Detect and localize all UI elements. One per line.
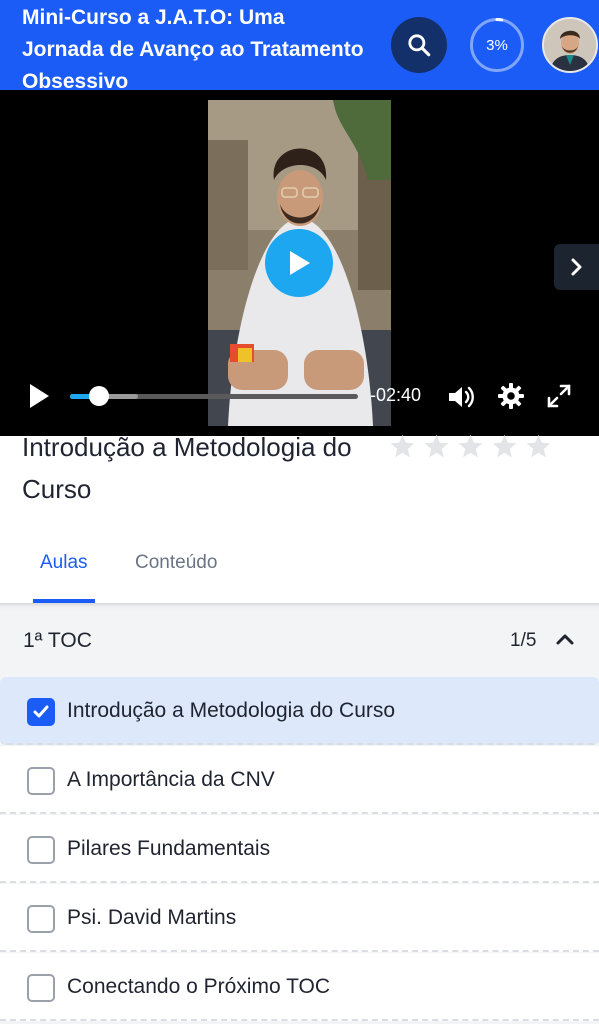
fullscreen-button[interactable] (545, 382, 573, 415)
progress-percent: 3% (486, 36, 508, 54)
play-pause-button[interactable] (26, 382, 52, 415)
volume-icon (449, 386, 474, 408)
course-progress[interactable]: 3% (469, 17, 525, 73)
star-icon[interactable] (457, 433, 484, 460)
lesson-label: Psi. David Martins (67, 906, 237, 929)
lesson-label: Conectando o Próximo TOC (67, 975, 331, 998)
seek-bar[interactable] (70, 394, 358, 399)
gear-icon (498, 383, 524, 409)
lesson-item[interactable]: Introdução a Metodologia do Curso (0, 677, 599, 745)
video-player[interactable]: -02:40 (0, 90, 599, 436)
big-play-button[interactable] (265, 229, 333, 297)
time-remaining: -02:40 (370, 385, 422, 405)
seek-handle[interactable] (88, 386, 109, 406)
lesson-label: A Importância da CNV (67, 768, 275, 791)
check-icon (33, 705, 49, 718)
lesson-item[interactable]: A Importância da CNV (0, 746, 599, 814)
player-controls: -02:40 (0, 370, 599, 420)
search-button[interactable] (391, 17, 447, 73)
tab-conteudo[interactable]: Conteúdo (135, 552, 217, 574)
settings-button[interactable] (497, 382, 525, 415)
volume-button[interactable] (446, 383, 476, 416)
lesson-item[interactable]: Conectando o Próximo TOC (0, 953, 599, 1021)
search-icon (408, 34, 431, 57)
play-icon (290, 251, 310, 275)
rating-stars (389, 433, 552, 460)
lesson-title: Introdução a Metodologia do Curso (22, 432, 352, 504)
user-photo (544, 19, 596, 71)
module-name: 1ª TOC (23, 629, 92, 652)
star-icon[interactable] (423, 433, 450, 460)
course-title: Mini-Curso a J.A.T.O: Uma Jornada de Ava… (22, 6, 364, 93)
lesson-checkbox[interactable] (27, 974, 55, 1002)
next-lesson-button[interactable] (554, 244, 599, 290)
lesson-label: Introdução a Metodologia do Curso (67, 699, 396, 722)
chevron-up-icon (556, 634, 574, 645)
avatar[interactable] (542, 17, 598, 73)
lesson-checkbox[interactable] (27, 767, 55, 795)
top-header: Mini-Curso a J.A.T.O: Uma Jornada de Ava… (0, 0, 599, 93)
lesson-tabs: Aulas Conteúdo (0, 530, 599, 603)
lesson-checkbox[interactable] (27, 905, 55, 933)
star-icon[interactable] (389, 433, 416, 460)
lesson-checkbox[interactable] (27, 836, 55, 864)
module-header[interactable]: 1ª TOC 1/5 (0, 603, 599, 676)
module-section: 1ª TOC 1/5 Introdução a Metodologia do C… (0, 603, 599, 1024)
collapse-button[interactable] (555, 631, 575, 652)
lesson-item[interactable]: Pilares Fundamentais (0, 815, 599, 883)
lesson-checkbox[interactable] (27, 698, 55, 726)
star-icon[interactable] (491, 433, 518, 460)
fullscreen-icon (547, 384, 571, 408)
play-icon (30, 384, 49, 408)
chevron-right-icon (571, 258, 581, 276)
star-icon[interactable] (525, 433, 552, 460)
tab-aulas[interactable]: Aulas (40, 552, 88, 574)
lesson-label: Pilares Fundamentais (67, 837, 271, 860)
lesson-item[interactable]: Psi. David Martins (0, 884, 599, 952)
module-progress-count: 1/5 (510, 630, 537, 651)
